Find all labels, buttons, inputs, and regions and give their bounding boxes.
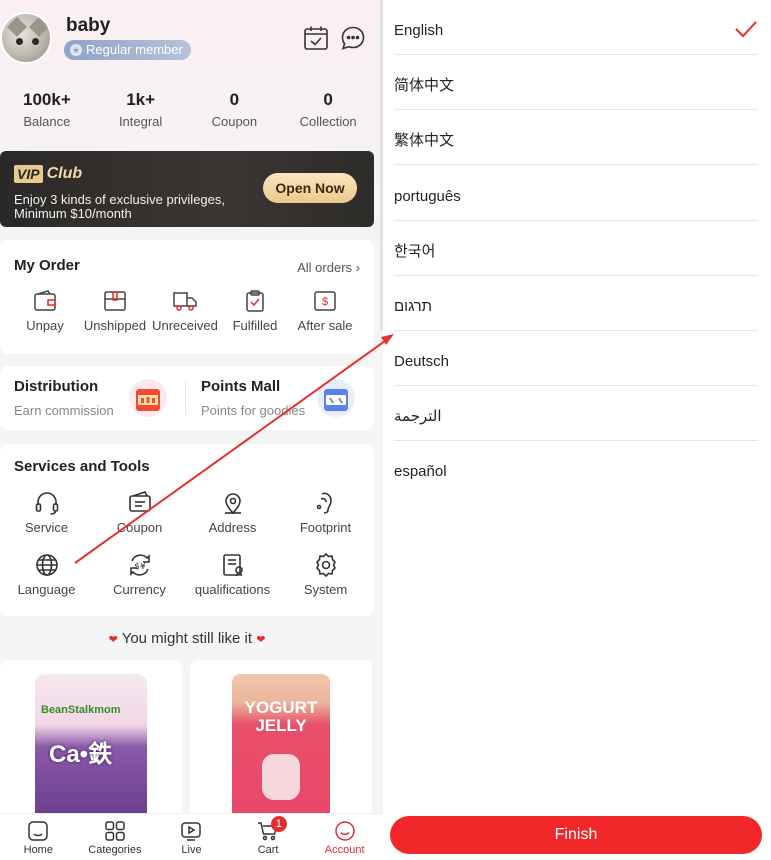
vip-logo: VIP Club [14,165,82,183]
services-tools-card: Services and Tools Service Coupon Addres… [0,444,374,616]
language-option-english[interactable]: English [394,0,758,55]
location-pin-icon [224,493,241,515]
product-image: BeanStalkmom Ca•鉄 [35,674,147,820]
product-card[interactable]: BeanStalkmom Ca•鉄 [0,660,182,820]
tab-account[interactable]: Account [306,814,383,860]
service-button[interactable]: Service [0,490,93,535]
tab-live[interactable]: Live [153,814,230,860]
check-icon [735,21,757,38]
gift-box-icon [129,379,167,417]
footprint-icon [316,492,332,514]
order-after-sale[interactable]: $ After sale [290,290,360,333]
stats-row: 100k+ Balance 1k+ Integral 0 Coupon 0 Collec… [0,90,375,129]
order-unreceived[interactable]: Unreceived [150,290,220,333]
might-like-heading: ❤ You might still like it ❤ [108,630,266,647]
home-icon [28,821,49,841]
wallet-icon [34,290,56,311]
language-option-hebrew[interactable]: תרגום [394,276,758,331]
certificate-icon [222,554,243,577]
grid-icon [105,821,125,841]
package-icon [104,291,126,311]
heart-icon: ❤ [256,634,266,646]
truck-icon [173,292,197,311]
order-unshipped[interactable]: Unshipped [80,290,150,333]
clipboard-check-icon [246,290,264,312]
my-order-card: My Order All orders › Unpay Unshipped Un… [0,240,374,354]
live-tv-icon [181,822,202,841]
my-order-title: My Order [14,257,80,274]
vip-club-banner: VIP Club Enjoy 3 kinds of exclusive privi… [0,151,374,227]
distribution-points-card: Distribution Earn commission Points Mall… [0,366,374,430]
language-option-simplified-chinese[interactable]: 简体中文 [394,55,758,110]
calendar-check-icon[interactable] [303,25,329,51]
gear-icon [315,552,336,578]
language-option-korean[interactable]: 한국어 [394,221,758,276]
tab-categories[interactable]: Categories [77,814,154,860]
currency-exchange-icon: $¥ [129,554,150,576]
star-icon: ★ [70,44,82,56]
language-panel: English 简体中文 繁体中文 português 한국어 תרגום De… [383,0,771,860]
svg-text:$¥: $¥ [134,562,146,572]
order-unpay[interactable]: Unpay [10,290,80,333]
account-page: baby ★ Regular member 100k+ Balance 1k+ In… [0,0,383,860]
vip-description: Enjoy 3 kinds of exclusive privileges, Mi… [14,192,225,221]
refund-icon: $ [314,291,336,311]
globe-icon [35,554,58,576]
bottom-tab-bar: Home Categories Live Cart 1 Account [0,813,383,860]
svg-text:$: $ [322,296,328,308]
smile-account-icon [334,821,355,841]
stat-integral[interactable]: 1k+ Integral [94,90,188,129]
product-image: YOGURT JELLY [232,674,330,820]
ticket-icon [128,491,151,512]
language-option-traditional-chinese[interactable]: 繁体中文 [394,110,758,165]
stat-collection[interactable]: 0 Collection [281,90,375,129]
services-title: Services and Tools [14,458,150,475]
shop-bag-icon [317,379,355,417]
language-option-german[interactable]: Deutsch [394,331,758,386]
stat-coupon[interactable]: 0 Coupon [188,90,282,129]
tab-cart[interactable]: Cart 1 [230,814,307,860]
address-button[interactable]: Address [186,490,279,535]
member-level: Regular member [86,42,183,57]
message-icon[interactable] [340,25,366,51]
heart-icon: ❤ [108,634,118,646]
footprint-button[interactable]: Footprint [279,490,372,535]
product-card[interactable]: YOGURT JELLY [190,660,372,820]
language-button[interactable]: Language [0,552,93,597]
coupon-button[interactable]: Coupon [93,490,186,535]
member-badge: ★ Regular member [64,40,191,60]
currency-button[interactable]: $¥ Currency [93,552,186,597]
qualifications-button[interactable]: qualifications [186,552,279,597]
all-orders-link[interactable]: All orders › [297,260,360,275]
stat-balance[interactable]: 100k+ Balance [0,90,94,129]
headset-icon [35,492,58,515]
user-name: baby [66,15,111,36]
cart-count-badge: 1 [270,816,287,832]
language-option-spanish[interactable]: español [394,441,758,496]
language-option-portuguese[interactable]: português [394,166,758,221]
avatar[interactable] [0,12,52,64]
order-fulfilled[interactable]: Fulfilled [220,290,290,333]
finish-button[interactable]: Finish [390,816,762,854]
system-button[interactable]: System [279,552,372,597]
language-option-arabic[interactable]: الترجمة [394,386,758,441]
open-now-button[interactable]: Open Now [263,173,357,203]
tab-home[interactable]: Home [0,814,77,860]
